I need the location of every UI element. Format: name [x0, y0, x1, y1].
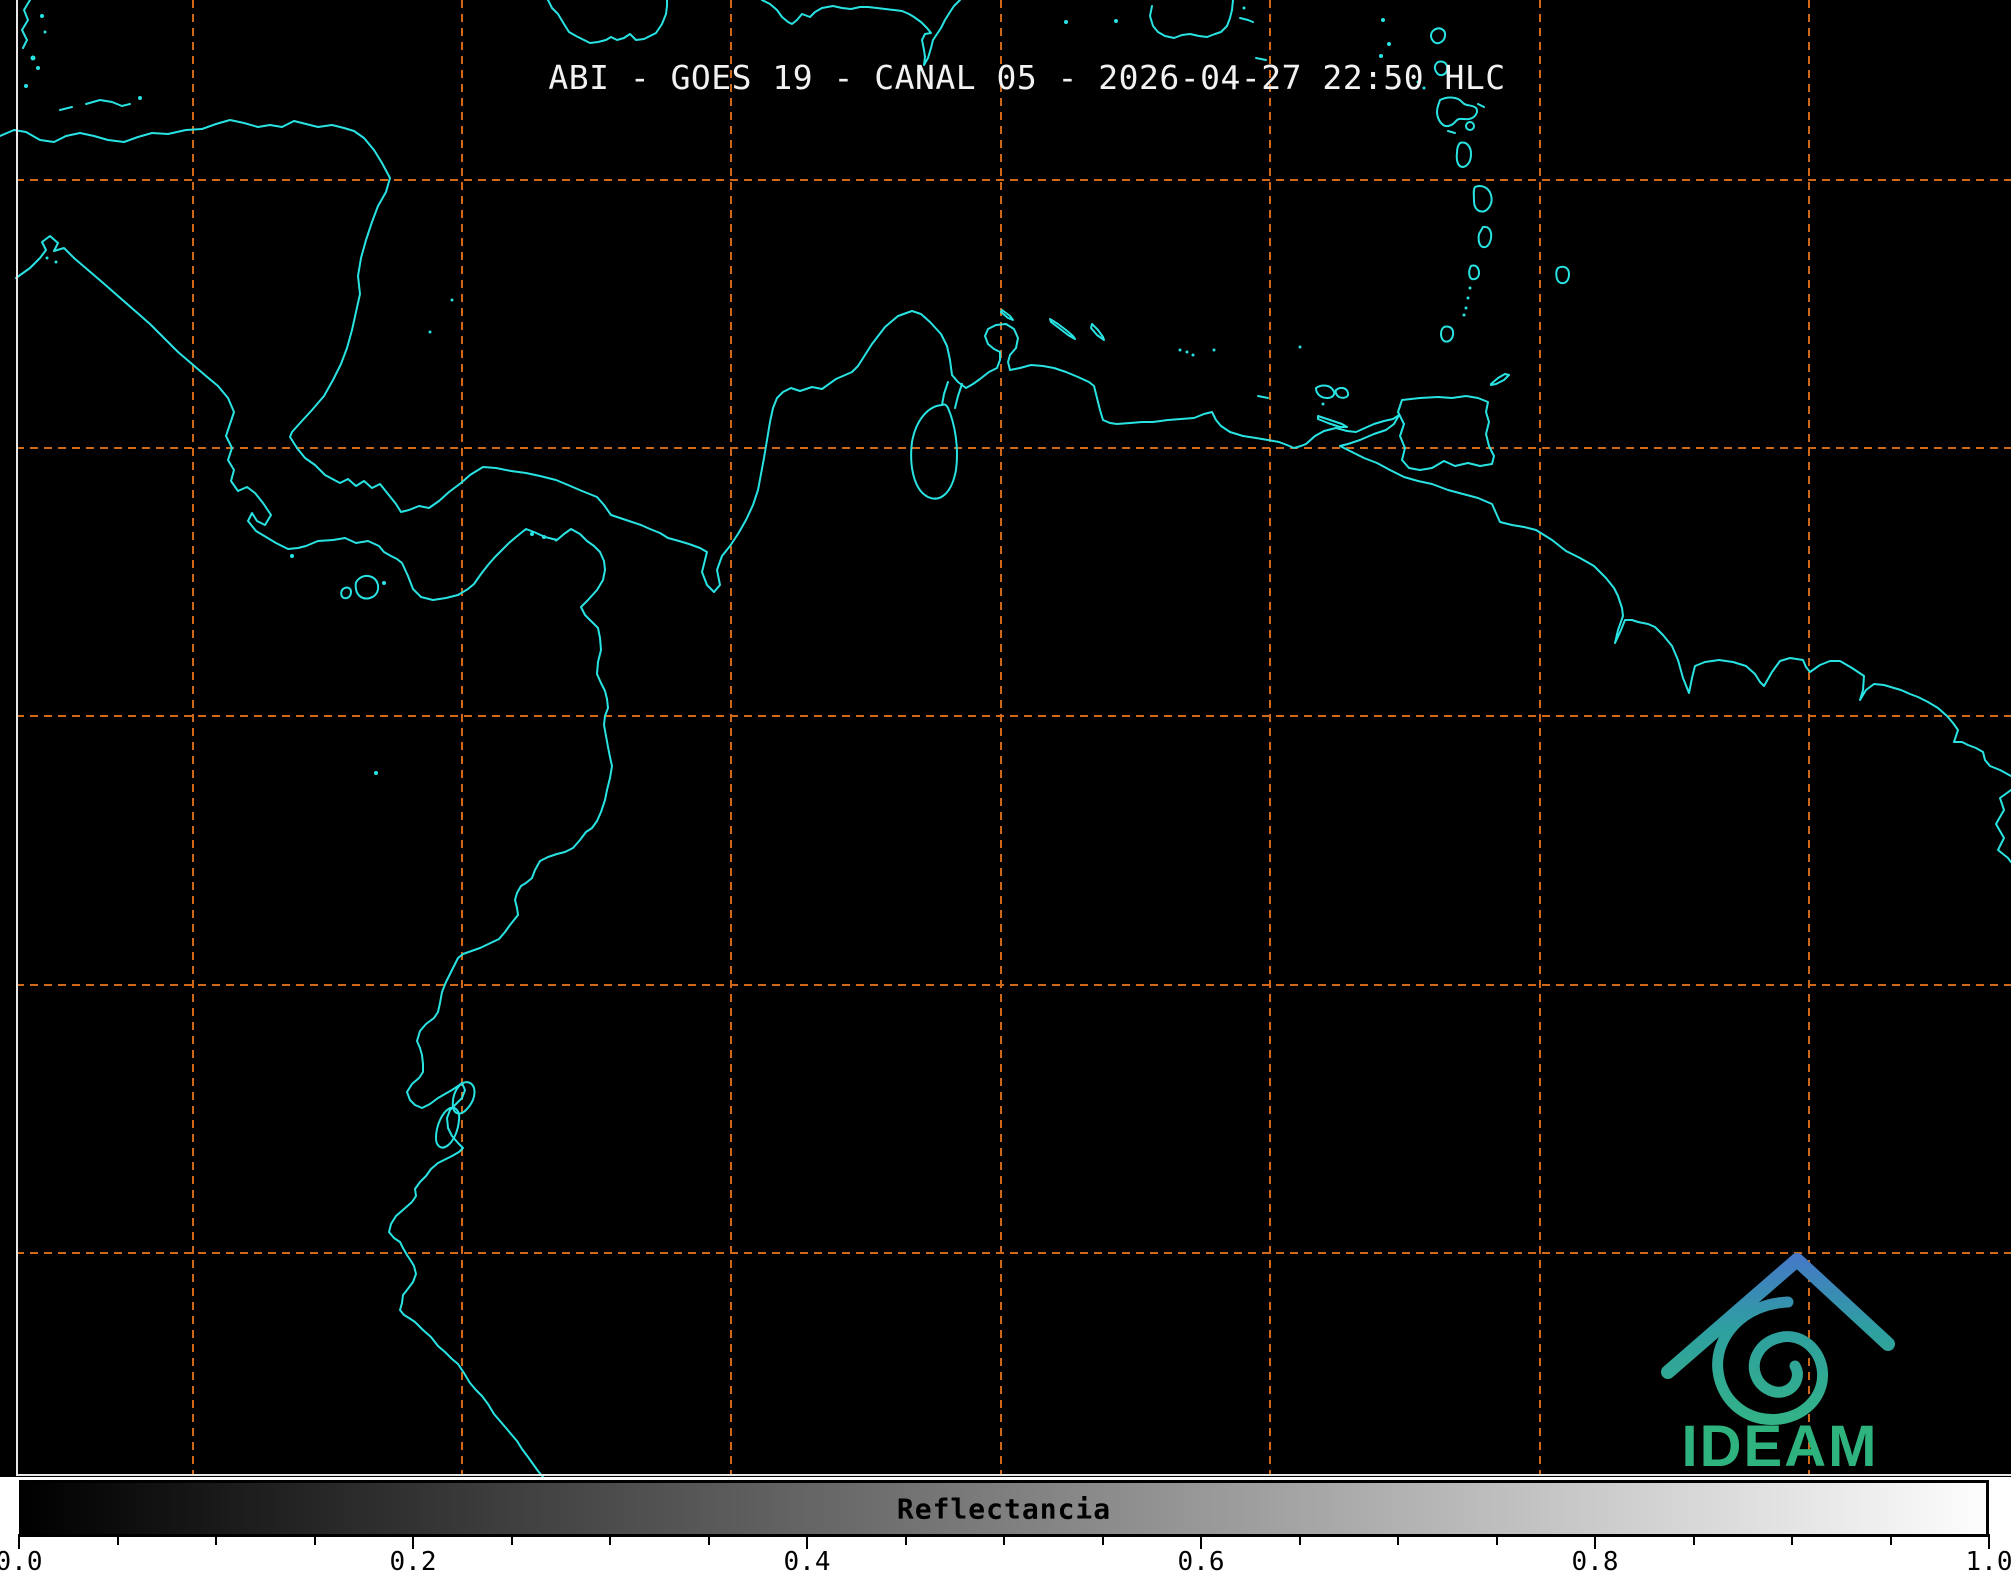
island-speck: [1243, 7, 1246, 10]
colorbar-minor-tick: [905, 1534, 907, 1545]
bay-islands: [60, 100, 130, 110]
island-speck: [290, 554, 294, 558]
island-speck: [1322, 403, 1325, 406]
colorbar-minor-tick: [1003, 1534, 1005, 1545]
colorbar-tick-label: 0.8: [1572, 1547, 1619, 1577]
island-speck: [31, 56, 36, 61]
island-speck: [1463, 314, 1466, 317]
curacao: [1050, 319, 1075, 339]
island-speck: [1381, 18, 1385, 22]
island-speck: [530, 532, 534, 536]
estuary-loops: [436, 1082, 475, 1147]
island-speck: [55, 261, 58, 264]
island-speck: [1064, 20, 1068, 24]
colorbar-minor-tick: [1397, 1534, 1399, 1545]
colorbar-tick-label: 0.4: [784, 1547, 831, 1577]
island-speck: [1213, 349, 1216, 352]
island-speck: [1114, 19, 1118, 23]
colorbar-minor-tick: [708, 1534, 710, 1545]
barbados: [1556, 267, 1569, 283]
island-speck: [46, 257, 49, 260]
colorbar-minor-tick: [1299, 1534, 1301, 1545]
dominica: [1457, 143, 1471, 167]
island-speck: [1465, 307, 1468, 310]
map-area: ABI - GOES 19 - CANAL 05 - 2026-04-27 22…: [0, 0, 2011, 1477]
island-speck: [555, 539, 558, 542]
mountain-spiral-icon: [1668, 1260, 1888, 1420]
tobago: [1491, 374, 1509, 385]
margarita: [1316, 386, 1348, 427]
colorbar-strip: Reflectancia 0.0 0.2 0.4 0.6 0.8 1.0: [0, 1477, 2011, 1577]
colorbar-label: Reflectancia: [897, 1492, 1111, 1525]
island-speck: [1387, 42, 1391, 46]
satellite-product-figure: ABI - GOES 19 - CANAL 05 - 2026-04-27 22…: [0, 0, 2011, 1577]
island-speck: [1186, 351, 1189, 354]
colorbar-tick-label: 0.0: [0, 1547, 42, 1577]
island-speck: [24, 84, 28, 88]
coastline-pacific-main: [16, 236, 612, 1477]
map-frame-left: [16, 0, 18, 1476]
colorbar-tick-label: 0.6: [1178, 1547, 1225, 1577]
island-speck: [1469, 287, 1472, 290]
island-speck: [542, 535, 546, 539]
island-speck: [429, 331, 432, 334]
colorbar-tick-label: 0.2: [390, 1547, 437, 1577]
colorbar-minor-tick: [1791, 1534, 1793, 1545]
island-speck: [374, 771, 378, 775]
right-edge-inlet: [1996, 790, 2011, 862]
bonaire: [1091, 324, 1104, 340]
colorbar-minor-tick: [117, 1534, 119, 1545]
island-speck: [36, 66, 40, 70]
marie-galante: [1466, 122, 1474, 130]
trinidad: [1398, 396, 1494, 470]
grenada: [1441, 326, 1453, 341]
st-lucia: [1479, 227, 1492, 247]
map-title: ABI - GOES 19 - CANAL 05 - 2026-04-27 22…: [548, 58, 1505, 97]
colorbar-tick-label: 1.0: [1966, 1547, 2011, 1577]
puerto-rico: [1150, 0, 1233, 38]
coiba-islands: [341, 576, 378, 599]
colorbar-gradient: Reflectancia: [19, 1480, 1989, 1537]
colorbar-minor-tick: [609, 1534, 611, 1545]
guadeloupe: [1437, 98, 1484, 133]
jamaica: [548, 0, 667, 43]
aruba: [1001, 310, 1013, 320]
colorbar-minor-tick: [215, 1534, 217, 1545]
island-speck: [1299, 346, 1302, 349]
la-tortuga: [1258, 396, 1268, 398]
island-speck: [451, 299, 454, 302]
ideam-logo-text: IDEAM: [1682, 1414, 1879, 1477]
island-speck: [1179, 349, 1182, 352]
island-speck: [1192, 354, 1195, 357]
colorbar-minor-tick: [1496, 1534, 1498, 1545]
colorbar-minor-tick: [1890, 1534, 1892, 1545]
island-speck: [1467, 297, 1470, 300]
martinique: [1474, 186, 1492, 212]
lake-maracaibo: [911, 404, 957, 498]
island-speck: [138, 96, 142, 100]
island-speck: [44, 31, 47, 34]
colorbar-minor-tick: [314, 1534, 316, 1545]
st-vincent: [1469, 265, 1479, 279]
colorbar-minor-tick: [1102, 1534, 1104, 1545]
vieques: [1240, 18, 1266, 60]
colorbar-minor-tick: [511, 1534, 513, 1545]
coastline-belize: [22, 0, 30, 48]
island-speck: [382, 581, 386, 585]
hispaniola: [762, 0, 960, 65]
ideam-logo: IDEAM: [1640, 1240, 1940, 1477]
island-speck: [40, 14, 44, 18]
colorbar-minor-tick: [1693, 1534, 1695, 1545]
